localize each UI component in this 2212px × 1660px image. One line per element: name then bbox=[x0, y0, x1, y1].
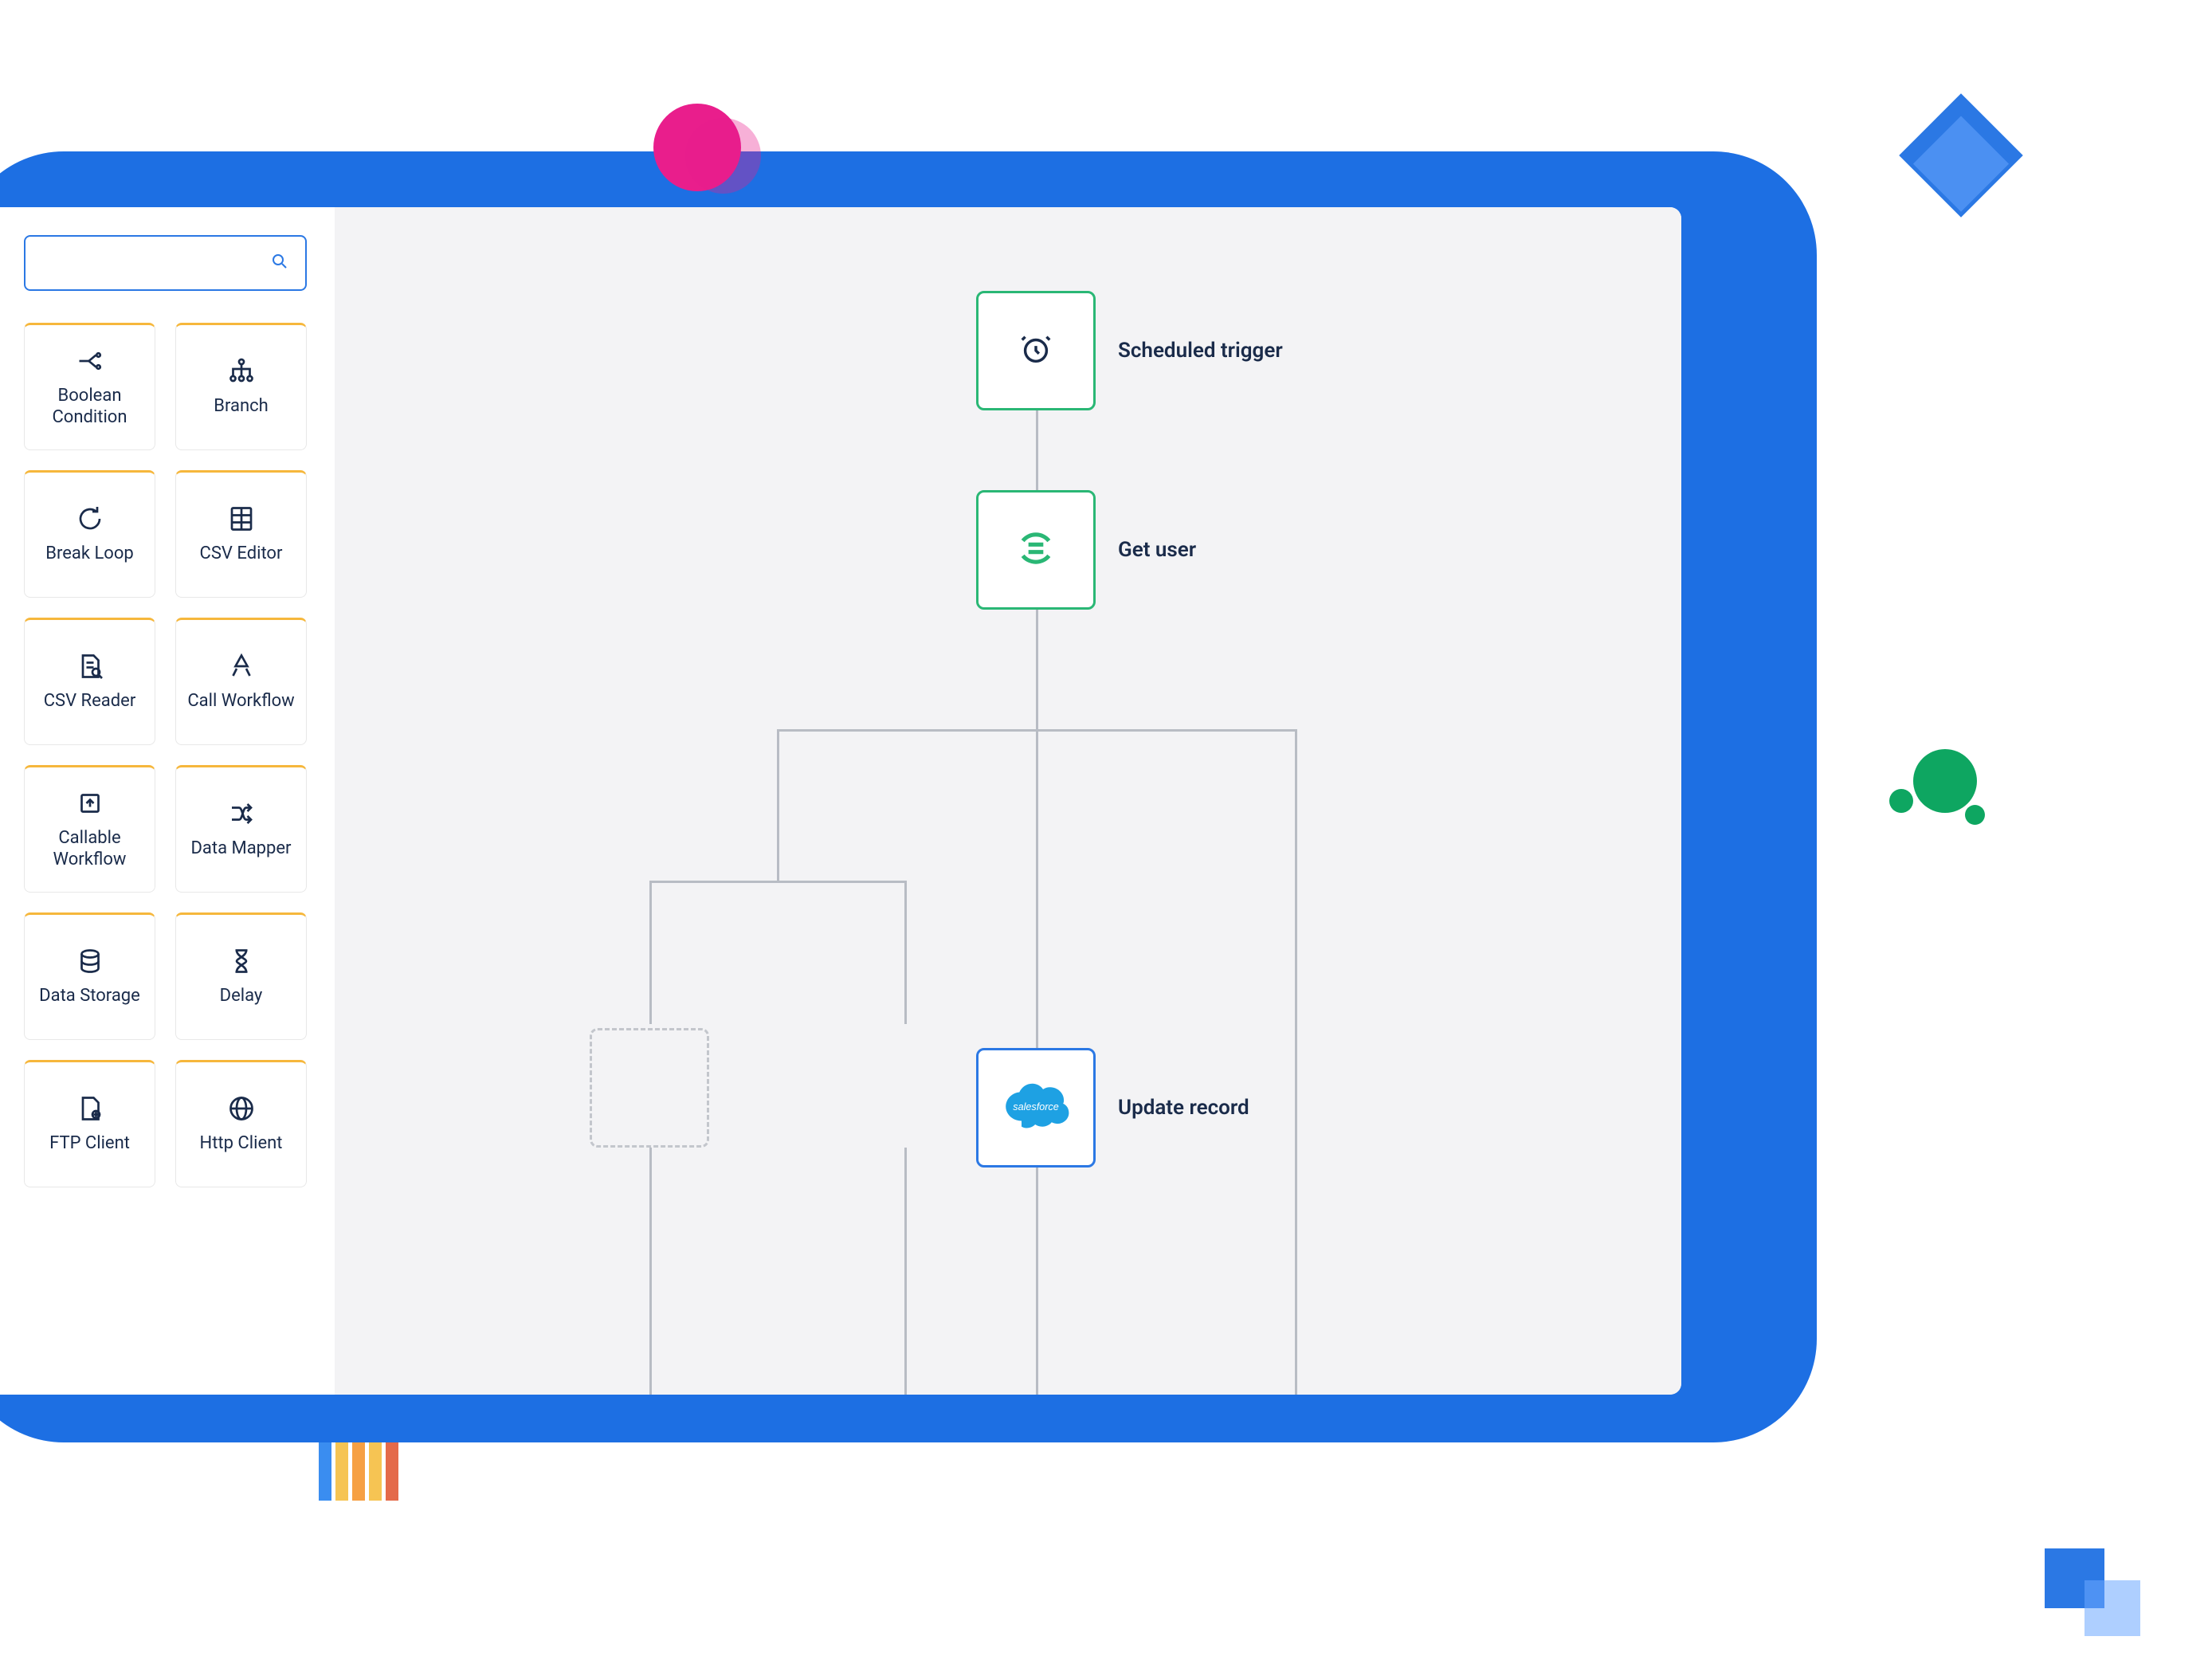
palette-tile-branch[interactable]: Branch bbox=[175, 323, 307, 450]
palette-tile-label: Http Client bbox=[200, 1132, 283, 1155]
boolean-condition-icon bbox=[76, 347, 104, 375]
palette-tile-callable-workflow[interactable]: Callable Workflow bbox=[24, 765, 155, 893]
app-window: Boolean Condition Branch Break Loop bbox=[0, 207, 1681, 1395]
palette-tile-call-workflow[interactable]: Call Workflow bbox=[175, 618, 307, 745]
connector-line bbox=[649, 1148, 652, 1395]
call-workflow-icon bbox=[227, 652, 256, 681]
connector-line bbox=[649, 881, 652, 1024]
palette-tile-data-storage[interactable]: Data Storage bbox=[24, 912, 155, 1040]
connector-line bbox=[777, 729, 779, 841]
connector-line bbox=[1295, 841, 1297, 1048]
connector-line bbox=[1295, 1048, 1297, 1395]
connector-line bbox=[1036, 841, 1038, 1048]
palette-tile-label: Break Loop bbox=[45, 543, 134, 565]
palette-tile-label: Delay bbox=[220, 985, 263, 1007]
connector-line bbox=[1036, 610, 1038, 697]
workflow-drop-zone[interactable] bbox=[590, 1028, 709, 1148]
palette-tile-label: CSV Editor bbox=[200, 543, 283, 565]
ftp-client-icon bbox=[76, 1094, 104, 1123]
connector-line bbox=[1036, 1167, 1038, 1395]
callable-workflow-icon bbox=[76, 789, 104, 818]
workflow-node-update-record[interactable]: salesforce Update record bbox=[976, 1048, 1096, 1167]
salesforce-icon: salesforce bbox=[1000, 1081, 1072, 1135]
workflow-node-get-user[interactable]: Get user bbox=[976, 490, 1096, 610]
palette-tile-label: FTP Client bbox=[49, 1132, 130, 1155]
connector-line bbox=[1295, 729, 1297, 841]
palette-tile-break-loop[interactable]: Break Loop bbox=[24, 470, 155, 598]
search-input[interactable] bbox=[24, 235, 307, 291]
break-loop-icon bbox=[76, 504, 104, 533]
delay-icon bbox=[227, 947, 256, 975]
connector-line bbox=[904, 881, 907, 1024]
workflow-node-scheduled-trigger[interactable]: Scheduled trigger bbox=[976, 291, 1096, 410]
connector-line bbox=[649, 881, 904, 883]
palette-tile-label: CSV Reader bbox=[44, 690, 136, 712]
decorative-pink-circle bbox=[653, 104, 741, 191]
decorative-diamond bbox=[1899, 93, 2023, 218]
search-icon bbox=[270, 252, 289, 274]
connector-line bbox=[1036, 729, 1038, 841]
palette-tile-delay[interactable]: Delay bbox=[175, 912, 307, 1040]
palette-tile-label: Call Workflow bbox=[187, 690, 294, 712]
component-palette: Boolean Condition Branch Break Loop bbox=[24, 323, 307, 1187]
branch-icon bbox=[227, 357, 256, 386]
palette-tile-csv-reader[interactable]: CSV Reader bbox=[24, 618, 155, 745]
data-storage-icon bbox=[76, 947, 104, 975]
device-frame: Boolean Condition Branch Break Loop bbox=[0, 151, 1817, 1442]
palette-tile-data-mapper[interactable]: Data Mapper bbox=[175, 765, 307, 893]
palette-tile-http-client[interactable]: Http Client bbox=[175, 1060, 307, 1187]
palette-tile-label: Data Mapper bbox=[190, 838, 291, 860]
csv-editor-icon bbox=[227, 504, 256, 533]
palette-tile-label: Data Storage bbox=[39, 985, 140, 1007]
palette-tile-label: Callable Workflow bbox=[31, 827, 148, 871]
sidebar: Boolean Condition Branch Break Loop bbox=[0, 207, 335, 1395]
csv-reader-icon bbox=[76, 652, 104, 681]
connector-line bbox=[1036, 410, 1038, 490]
workflow-node-label: Update record bbox=[1118, 1096, 1249, 1120]
palette-tile-ftp-client[interactable]: FTP Client bbox=[24, 1060, 155, 1187]
data-mapper-icon bbox=[227, 799, 256, 828]
palette-tile-label: Boolean Condition bbox=[31, 385, 148, 429]
palette-tile-boolean-condition[interactable]: Boolean Condition bbox=[24, 323, 155, 450]
workflow-canvas[interactable]: Scheduled trigger Get user salesforce Up… bbox=[335, 207, 1681, 1395]
palette-tile-csv-editor[interactable]: CSV Editor bbox=[175, 470, 307, 598]
svg-text:salesforce: salesforce bbox=[1013, 1101, 1058, 1113]
service-icon bbox=[1014, 526, 1058, 574]
workflow-node-label: Get user bbox=[1118, 538, 1196, 562]
clock-icon bbox=[1018, 331, 1054, 371]
workflow-node-label: Scheduled trigger bbox=[1118, 339, 1283, 363]
connector-line bbox=[904, 1148, 907, 1395]
connector-line bbox=[1036, 697, 1038, 729]
connector-line bbox=[777, 841, 779, 881]
http-client-icon bbox=[227, 1094, 256, 1123]
palette-tile-label: Branch bbox=[214, 395, 268, 418]
